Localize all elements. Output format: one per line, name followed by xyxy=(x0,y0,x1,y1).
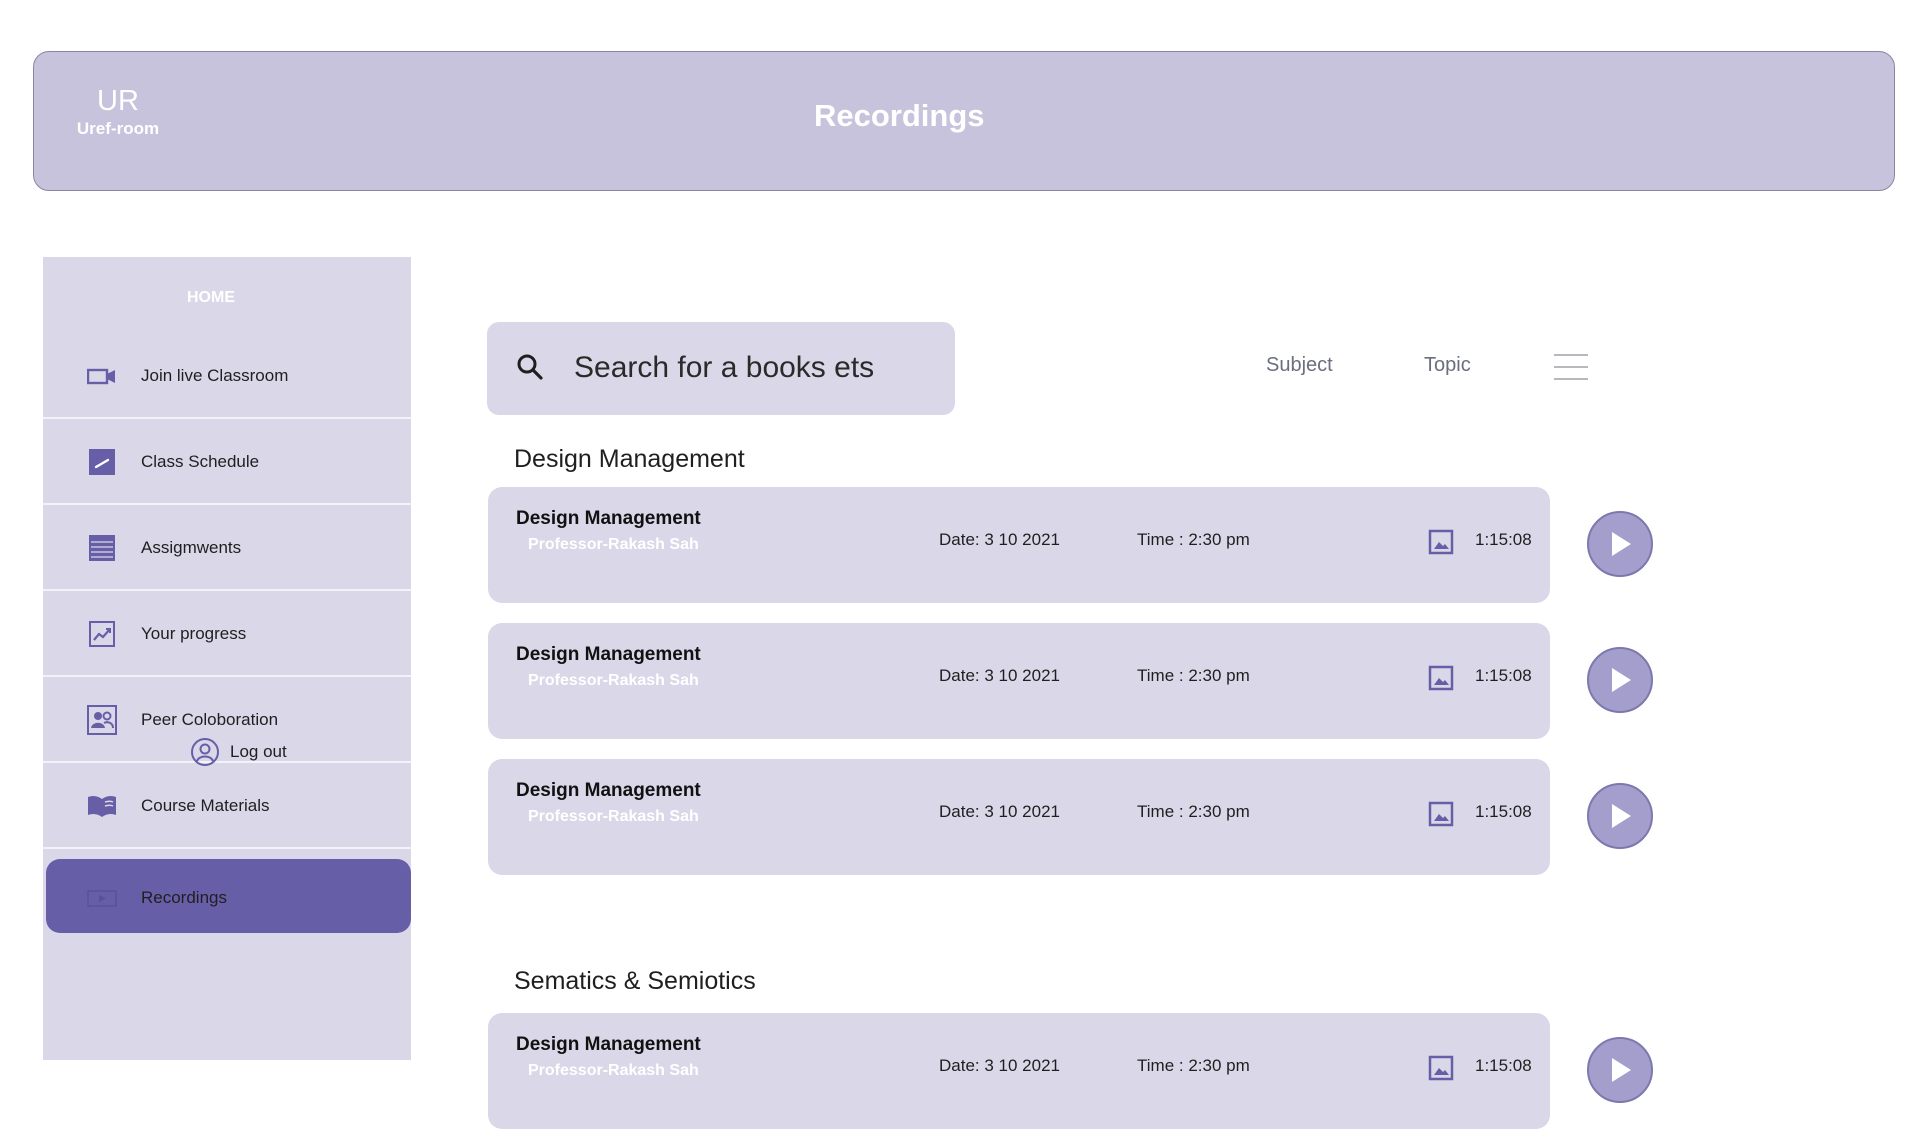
trending-chart-icon xyxy=(87,619,117,649)
play-button[interactable] xyxy=(1587,647,1653,713)
recording-professor: Professor-Rakash Sah xyxy=(528,808,699,825)
recording-date: Date: 3 10 2021 xyxy=(939,530,1060,549)
sidebar-item-course-materials[interactable]: Course Materials xyxy=(43,765,411,849)
sidebar-item-label: Course Materials xyxy=(141,796,270,815)
top-header: UR Uref-room Recordings xyxy=(33,51,1895,191)
section-title: Design Management xyxy=(514,445,745,473)
play-button[interactable] xyxy=(1587,1037,1653,1103)
search-bar xyxy=(487,322,955,415)
sidebar-item-label: Class Schedule xyxy=(141,452,260,471)
recording-title: Design Management xyxy=(516,508,701,529)
recording-date: Date: 3 10 2021 xyxy=(939,802,1060,821)
sidebar-item-label: Assigmwents xyxy=(141,538,242,557)
play-icon xyxy=(1612,1058,1631,1082)
list-icon xyxy=(87,533,117,563)
recording-time: Time : 2:30 pm xyxy=(1137,802,1250,821)
filter-topic[interactable]: Topic xyxy=(1424,354,1471,377)
recording-professor: Professor-Rakash Sah xyxy=(528,1062,699,1079)
recording-professor: Professor-Rakash Sah xyxy=(528,536,699,553)
recording-duration: 1:15:08 xyxy=(1475,1056,1532,1075)
play-button[interactable] xyxy=(1587,511,1653,577)
logo-name: Uref-room xyxy=(76,119,160,138)
play-icon xyxy=(1612,532,1631,556)
recording-time: Time : 2:30 pm xyxy=(1137,666,1250,685)
filter-subject[interactable]: Subject xyxy=(1266,354,1333,377)
recording-duration: 1:15:08 xyxy=(1475,530,1532,549)
sidebar-item-class-schedule[interactable]: Class Schedule xyxy=(43,421,411,505)
sidebar-item-recordings[interactable]: Recordings xyxy=(43,857,411,941)
video-camera-icon xyxy=(87,361,117,391)
logout-button[interactable]: Log out xyxy=(190,737,287,767)
sidebar-home-link[interactable]: HOME xyxy=(43,289,379,307)
recording-time: Time : 2:30 pm xyxy=(1137,1056,1250,1075)
user-circle-icon xyxy=(191,738,219,766)
sidebar-item-join-live-classroom[interactable]: Join live Classroom xyxy=(43,335,411,419)
image-icon xyxy=(1428,665,1454,691)
recording-time: Time : 2:30 pm xyxy=(1137,530,1250,549)
sidebar-item-label: Your progress xyxy=(141,624,247,643)
app-logo[interactable]: UR Uref-room xyxy=(72,84,164,139)
image-icon xyxy=(1428,801,1454,827)
recording-date: Date: 3 10 2021 xyxy=(939,1056,1060,1075)
recording-title: Design Management xyxy=(516,644,701,665)
play-button[interactable] xyxy=(1587,783,1653,849)
sidebar-item-label: Peer Coloboration xyxy=(141,710,279,729)
recording-card[interactable]: Design Management Professor-Rakash Sah D… xyxy=(488,487,1550,603)
play-icon xyxy=(1612,668,1631,692)
play-icon xyxy=(1612,804,1631,828)
search-input[interactable] xyxy=(572,344,936,392)
recording-professor: Professor-Rakash Sah xyxy=(528,672,699,689)
logo-initials: UR xyxy=(97,85,139,117)
recording-duration: 1:15:08 xyxy=(1475,666,1532,685)
image-icon xyxy=(1428,529,1454,555)
recording-duration: 1:15:08 xyxy=(1475,802,1532,821)
recording-date: Date: 3 10 2021 xyxy=(939,666,1060,685)
section-title: Sematics & Semiotics xyxy=(514,967,756,995)
recording-title: Design Management xyxy=(516,1034,701,1055)
people-icon xyxy=(87,705,117,735)
sidebar-item-assignments[interactable]: Assigmwents xyxy=(43,507,411,591)
image-icon xyxy=(1428,1055,1454,1081)
recording-card[interactable]: Design Management Professor-Rakash Sah D… xyxy=(488,623,1550,739)
sidebar-item-label: Recordings xyxy=(141,888,227,907)
logout-label: Log out xyxy=(230,742,287,761)
search-icon[interactable] xyxy=(515,352,545,382)
sidebar-item-label: Join live Classroom xyxy=(141,366,289,385)
recording-card[interactable]: Design Management Professor-Rakash Sah D… xyxy=(488,1013,1550,1129)
recording-icon xyxy=(87,883,117,913)
recording-title: Design Management xyxy=(516,780,701,801)
sidebar-item-your-progress[interactable]: Your progress xyxy=(43,593,411,677)
book-icon xyxy=(87,791,117,821)
page-title: Recordings xyxy=(814,98,985,133)
hamburger-menu-icon[interactable] xyxy=(1553,352,1589,382)
recording-card[interactable]: Design Management Professor-Rakash Sah D… xyxy=(488,759,1550,875)
calendar-edit-icon xyxy=(87,447,117,477)
